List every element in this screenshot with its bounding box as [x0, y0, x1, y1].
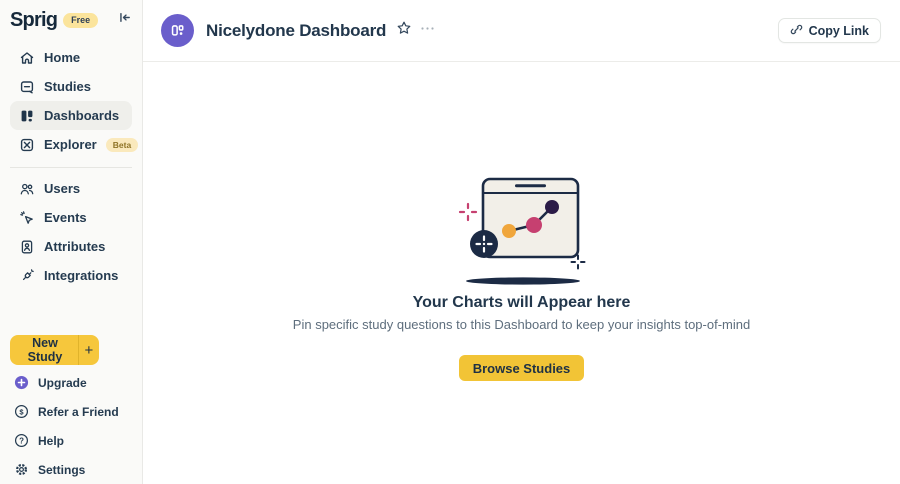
home-icon	[18, 49, 35, 66]
browse-studies-button[interactable]: Browse Studies	[458, 355, 585, 381]
sidebar-item-label: Help	[38, 433, 65, 448]
chart-illustration-svg	[458, 177, 586, 285]
events-icon	[18, 209, 35, 226]
ellipsis-icon	[420, 21, 435, 41]
dashboard-avatar	[161, 14, 194, 47]
collapse-sidebar-icon	[117, 10, 132, 30]
sidebar-item-home[interactable]: Home	[10, 43, 132, 72]
link-icon	[790, 23, 803, 39]
copy-link-label: Copy Link	[808, 23, 869, 38]
sidebar-item-settings[interactable]: Settings	[10, 455, 132, 484]
sidebar-item-label: Explorer	[44, 137, 97, 152]
dashboard-avatar-icon	[171, 25, 184, 36]
sidebar-item-label: Integrations	[44, 268, 119, 283]
sidebar-item-dashboards[interactable]: Dashboards	[10, 101, 132, 130]
explorer-icon	[18, 136, 35, 153]
sidebar-item-help[interactable]: ? Help	[10, 426, 132, 455]
sidebar-item-refer-a-friend[interactable]: $ Refer a Friend	[10, 397, 132, 426]
svg-text:$: $	[19, 407, 24, 416]
sidebar-item-label: Upgrade	[38, 375, 87, 390]
sidebar-item-label: Users	[44, 181, 81, 196]
empty-state-subtext: Pin specific study questions to this Das…	[292, 317, 751, 332]
sidebar-divider	[10, 167, 132, 168]
sidebar: Sprig Free Home Studies Dashboards Explo…	[0, 0, 143, 484]
sidebar-item-label: Attributes	[44, 239, 106, 254]
sidebar-item-attributes[interactable]: Attributes	[10, 232, 132, 261]
empty-state: Your Charts will Appear here Pin specifi…	[143, 62, 900, 484]
sidebar-item-upgrade[interactable]: Upgrade	[10, 368, 132, 397]
empty-state-heading: Your Charts will Appear here	[412, 294, 631, 311]
sidebar-item-studies[interactable]: Studies	[10, 72, 132, 101]
upgrade-icon	[14, 375, 29, 390]
sidebar-bottom: New Study + Upgrade $ Refer a Friend ? H…	[10, 335, 132, 484]
sidebar-item-label: Studies	[44, 79, 91, 94]
sidebar-item-label: Settings	[38, 462, 86, 477]
svg-text:?: ?	[19, 436, 24, 445]
integrations-icon	[18, 267, 35, 284]
beta-badge: Beta	[105, 137, 139, 152]
users-icon	[18, 180, 35, 197]
settings-gear-icon	[14, 462, 29, 477]
main-area: Nicelydone Dashboard Copy Link Your Char…	[143, 0, 900, 484]
sidebar-item-events[interactable]: Events	[10, 203, 132, 232]
plan-badge: Free	[63, 12, 99, 28]
sidebar-item-users[interactable]: Users	[10, 174, 132, 203]
favorite-button[interactable]	[396, 20, 412, 41]
sidebar-item-integrations[interactable]: Integrations	[10, 261, 132, 290]
new-study-button[interactable]: New Study +	[10, 335, 99, 365]
charts-empty-illustration	[453, 174, 590, 286]
dashboard-header: Nicelydone Dashboard Copy Link	[143, 0, 900, 62]
dashboards-icon	[18, 107, 35, 124]
dollar-circle-icon: $	[14, 404, 29, 419]
more-options-button[interactable]	[420, 21, 435, 41]
attributes-icon	[18, 238, 35, 255]
help-icon: ?	[14, 433, 29, 448]
logo-row: Sprig Free	[10, 8, 132, 32]
collapse-sidebar-button[interactable]	[117, 10, 132, 30]
studies-icon	[18, 78, 35, 95]
sprig-logo[interactable]: Sprig	[10, 9, 58, 32]
sidebar-item-label: Dashboards	[44, 108, 120, 123]
sidebar-item-label: Refer a Friend	[38, 404, 119, 419]
sidebar-item-label: Events	[44, 210, 87, 225]
new-study-label: New Study	[27, 336, 63, 364]
page-title: Nicelydone Dashboard	[206, 20, 387, 40]
plus-icon: +	[84, 341, 94, 359]
sidebar-item-explorer[interactable]: Explorer Beta	[10, 130, 139, 159]
star-icon	[396, 20, 412, 41]
sidebar-nav: Home Studies Dashboards Explorer Beta Us…	[10, 43, 139, 290]
copy-link-button[interactable]: Copy Link	[777, 18, 881, 43]
sidebar-item-label: Home	[44, 50, 81, 65]
